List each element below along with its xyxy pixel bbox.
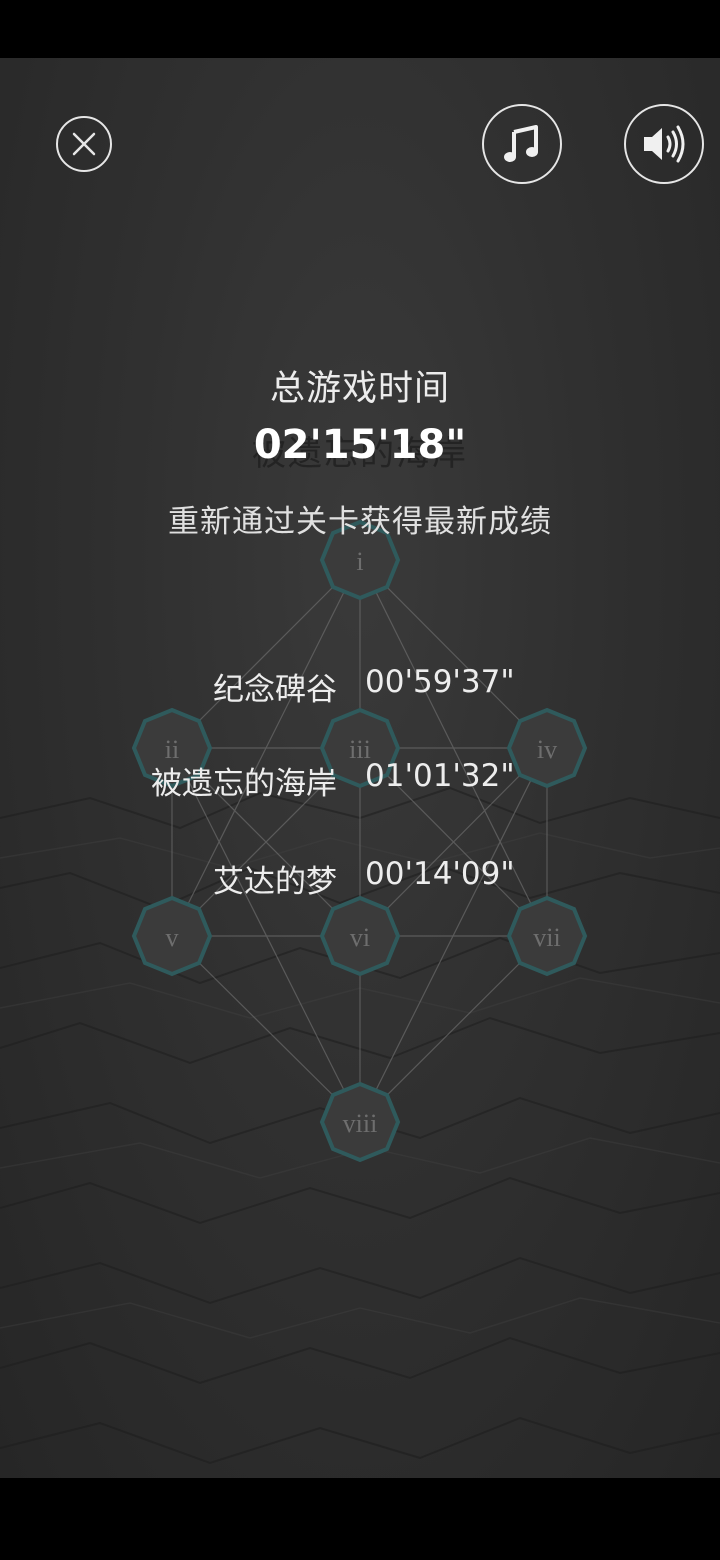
chapter-label-vii: vii — [533, 923, 560, 952]
status-bar — [0, 0, 720, 58]
total-playtime-title: 总游戏时间 — [269, 369, 450, 409]
chapter-name: 被遗忘的海岸 — [151, 766, 337, 802]
chapter-label-v: v — [166, 923, 179, 952]
speaker-volume-icon — [644, 125, 685, 163]
navigation-bar — [0, 1478, 720, 1560]
music-toggle-button[interactable] — [482, 104, 562, 184]
chapter-time: 00'59'37" — [365, 664, 515, 700]
map-connections — [171, 559, 548, 1123]
music-note-icon — [504, 125, 538, 162]
close-button[interactable] — [56, 116, 112, 172]
chapter-name: 艾达的梦 — [213, 864, 337, 900]
chapter-node-vii[interactable]: vii — [506, 895, 588, 977]
game-screen: i ii iii iv v vi vii viii 被遗忘的海岸 总游戏时间 0… — [0, 58, 720, 1478]
chapter-label-viii: viii — [343, 1109, 378, 1138]
total-playtime-value: 02'15'18" — [253, 422, 467, 468]
score-row: 艾达的梦 00'14'09" — [0, 856, 720, 900]
chapter-time: 00'14'09" — [365, 856, 515, 892]
chapter-time: 01'01'32" — [365, 758, 515, 794]
chapter-name: 纪念碑谷 — [213, 672, 337, 708]
sound-toggle-button[interactable] — [624, 104, 704, 184]
close-icon — [72, 132, 96, 156]
replay-hint: 重新通过关卡获得最新成绩 — [168, 504, 552, 540]
score-row: 纪念碑谷 00'59'37" — [0, 664, 720, 708]
chapter-node-v[interactable]: v — [131, 895, 213, 977]
chapter-label-i: i — [356, 547, 363, 576]
score-row: 被遗忘的海岸 01'01'32" — [0, 758, 720, 802]
chapter-node-viii[interactable]: viii — [319, 1081, 401, 1163]
chapter-node-vi[interactable]: vi — [319, 895, 401, 977]
chapter-label-vi: vi — [350, 923, 370, 952]
